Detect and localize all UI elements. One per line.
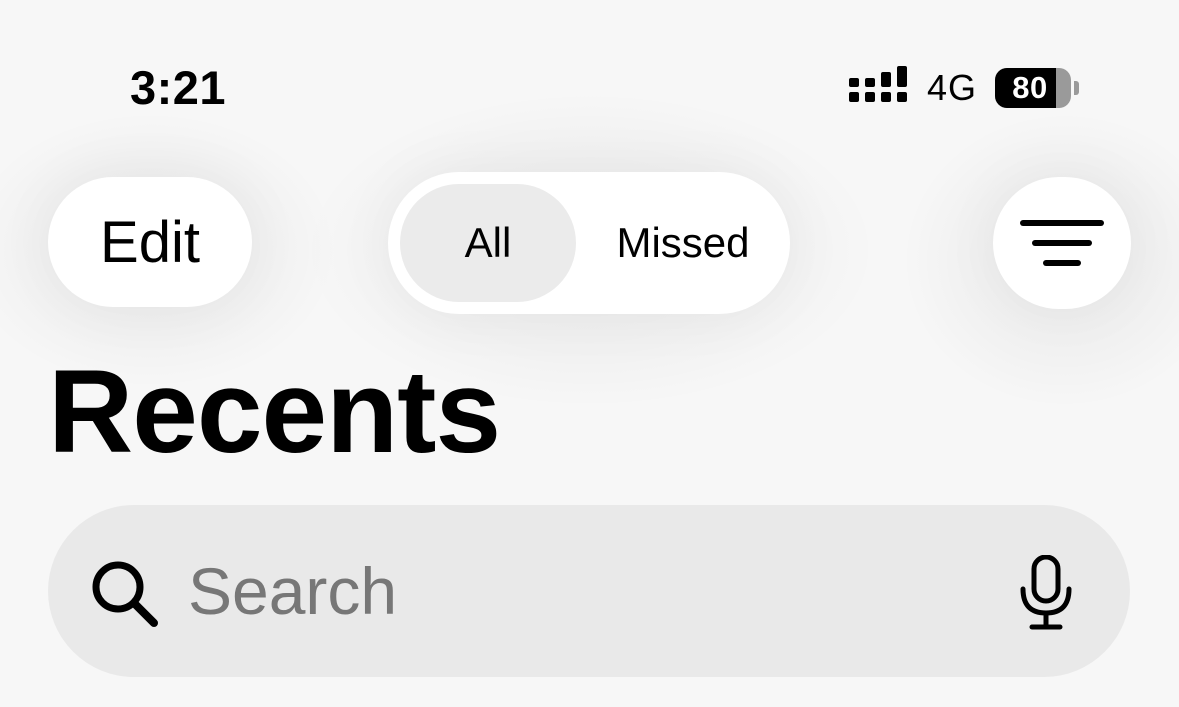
- page-title: Recents: [48, 346, 501, 478]
- battery-icon: 80: [995, 68, 1079, 108]
- filter-lines-icon: [1020, 220, 1104, 266]
- cellular-signal-icon: [848, 66, 907, 102]
- microphone-icon[interactable]: [1018, 555, 1074, 631]
- battery-cap: [1074, 81, 1079, 95]
- segment-missed[interactable]: Missed: [588, 184, 778, 302]
- status-time: 3:21: [130, 61, 227, 114]
- status-indicators: 4G 80: [848, 66, 1079, 110]
- filter-button[interactable]: [993, 177, 1131, 309]
- search-bar[interactable]: [48, 505, 1130, 677]
- recents-filter-segmented-control: All Missed: [388, 172, 790, 314]
- search-input[interactable]: [188, 541, 948, 641]
- magnifier-icon: [92, 561, 158, 627]
- battery-percent: 80: [1012, 70, 1048, 105]
- battery-body: 80: [995, 68, 1071, 108]
- segment-all[interactable]: All: [400, 184, 576, 302]
- network-type-label: 4G: [926, 67, 977, 108]
- edit-button[interactable]: Edit: [48, 177, 252, 307]
